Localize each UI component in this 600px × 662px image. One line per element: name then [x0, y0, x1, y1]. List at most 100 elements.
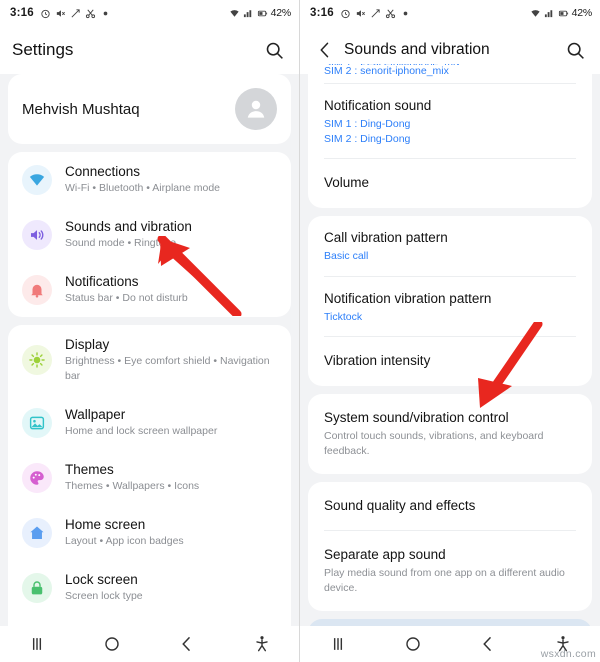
- status-right-icons: 42%: [530, 7, 592, 19]
- row-value: Basic call: [324, 250, 369, 262]
- more-dot-icon: [403, 11, 408, 15]
- left-status-bar: 3:16 42%: [0, 0, 299, 26]
- row-sound-quality-and-effects[interactable]: Sound quality and effects: [308, 482, 592, 530]
- accessibility-icon[interactable]: [252, 634, 272, 654]
- back-chevron-icon[interactable]: [478, 634, 498, 654]
- sidebar-item-text: Notifications Status bar • Do not distur…: [65, 273, 188, 306]
- system-sound-group: System sound/vibration control Control t…: [308, 394, 592, 474]
- search-icon[interactable]: [562, 37, 588, 63]
- row-notification-vibration-pattern[interactable]: Notification vibration pattern Ticktock: [308, 277, 592, 337]
- avatar[interactable]: [235, 88, 277, 130]
- sidebar-item-label: Themes: [65, 462, 114, 477]
- row-call-vibration-pattern[interactable]: Call vibration pattern Basic call: [308, 216, 592, 276]
- sidebar-item-label: Lock screen: [65, 572, 138, 587]
- sidebar-item-label: Display: [65, 337, 110, 352]
- sidebar-item-sub: Home and lock screen wallpaper: [65, 425, 218, 437]
- recents-icon[interactable]: [328, 634, 348, 654]
- signal-status-icon: [243, 9, 251, 17]
- screenshot-root: 3:16 42% Settings Mehvish Mushtaq Connec…: [0, 0, 600, 662]
- status-notification-icons: [340, 8, 411, 19]
- sidebar-item-themes[interactable]: Themes Themes • Wallpapers • Icons: [8, 450, 291, 505]
- shortcut-icon: [371, 8, 380, 17]
- themes-icon: [22, 462, 52, 493]
- status-time: 3:16: [10, 7, 34, 19]
- battery-icon: [257, 10, 267, 16]
- sidebar-item-label: Notifications: [65, 274, 139, 289]
- row-notification-sound[interactable]: Notification sound SIM 1 : Ding-Dong SIM…: [308, 84, 592, 158]
- sidebar-item-connections[interactable]: Connections Wi-Fi • Bluetooth • Airplane…: [8, 152, 291, 207]
- row-label: Separate app sound: [324, 547, 446, 562]
- wifi-icon: [22, 164, 52, 195]
- battery-icon: [558, 10, 568, 16]
- right-settings-list[interactable]: SIM 1 : Peacefull-iphone_mix SIM 2 : sen…: [300, 64, 600, 626]
- sound-icon: [22, 219, 52, 250]
- left-settings-list[interactable]: Mehvish Mushtaq Connections Wi-Fi • Blue…: [0, 74, 299, 626]
- profile-row[interactable]: Mehvish Mushtaq: [8, 74, 291, 144]
- back-arrow-icon[interactable]: [312, 37, 338, 63]
- sidebar-item-sub: Sound mode • Ringtone: [65, 237, 177, 249]
- sidebar-item-text: Display Brightness • Eye comfort shield …: [65, 336, 277, 384]
- sidebar-item-sub: Status bar • Do not disturb: [65, 292, 188, 304]
- sidebar-item-wallpaper[interactable]: Wallpaper Home and lock screen wallpaper: [8, 395, 291, 450]
- clipped-ringtone-card[interactable]: SIM 1 : Peacefull-iphone_mix SIM 2 : sen…: [308, 64, 592, 208]
- row-separate-app-sound[interactable]: Separate app sound Play media sound from…: [308, 531, 592, 611]
- wallpaper-icon: [22, 407, 52, 438]
- row-sim2-value: SIM 2 : Ding-Dong: [324, 132, 411, 145]
- sidebar-item-home-screen[interactable]: Home screen Layout • App icon badges: [8, 505, 291, 560]
- clipped-sim2-value: SIM 2 : senorit-iphone_mix: [324, 65, 449, 77]
- row-sim1-value: SIM 1 : Ding-Dong: [324, 118, 411, 130]
- sidebar-item-display[interactable]: Display Brightness • Eye comfort shield …: [8, 325, 291, 395]
- sidebar-item-text: Themes Themes • Wallpapers • Icons: [65, 461, 199, 494]
- profile-card[interactable]: Mehvish Mushtaq: [8, 74, 291, 144]
- row-label: Notification sound: [324, 98, 432, 113]
- status-notification-icons: [40, 8, 111, 19]
- sidebar-item-sub: Themes • Wallpapers • Icons: [65, 480, 200, 492]
- page-title: Sounds and vibration: [344, 41, 490, 58]
- sidebar-item-label: Sounds and vibration: [65, 219, 192, 234]
- sound-quality-group: Sound quality and effects Separate app s…: [308, 482, 592, 611]
- home-icon: [22, 517, 52, 548]
- sidebar-item-sub: Screen lock type: [65, 590, 143, 602]
- home-circle-icon[interactable]: [403, 634, 423, 654]
- more-dot-icon: [103, 11, 108, 15]
- shortcut-icon: [71, 8, 80, 17]
- page-title: Settings: [12, 40, 74, 59]
- sidebar-item-sounds-and-vibration[interactable]: Sounds and vibration Sound mode • Ringto…: [8, 207, 291, 262]
- row-vibration-intensity[interactable]: Vibration intensity: [308, 337, 592, 386]
- watermark: wsxdn.com: [540, 648, 596, 660]
- back-chevron-icon[interactable]: [177, 634, 197, 654]
- mute-icon: [56, 9, 65, 17]
- left-header: Settings: [0, 26, 299, 74]
- scissors-icon: [385, 9, 395, 18]
- recents-icon[interactable]: [27, 634, 47, 654]
- signal-status-icon: [544, 9, 552, 17]
- sidebar-item-text: Wallpaper Home and lock screen wallpaper: [65, 406, 217, 439]
- left-navigation-bar[interactable]: [0, 626, 299, 662]
- left-phone-screen: 3:16 42% Settings Mehvish Mushtaq Connec…: [0, 0, 300, 662]
- status-time: 3:16: [310, 7, 334, 19]
- row-label: Sound quality and effects: [324, 498, 476, 513]
- sidebar-item-lock-screen[interactable]: Lock screen Screen lock type: [8, 560, 291, 615]
- row-system-sound-vibration-control[interactable]: System sound/vibration control Control t…: [308, 394, 592, 474]
- lock-icon: [22, 572, 52, 603]
- row-sub: Play media sound from one app on a diffe…: [324, 567, 565, 594]
- status-right-icons: 42%: [229, 7, 291, 19]
- sidebar-item-notifications[interactable]: Notifications Status bar • Do not distur…: [8, 262, 291, 317]
- mute-icon: [356, 9, 365, 17]
- sidebar-item-label: Home screen: [65, 517, 146, 532]
- row-label: Notification vibration pattern: [324, 290, 492, 306]
- scissors-icon: [85, 9, 95, 18]
- row-label: Vibration intensity: [324, 353, 431, 368]
- sidebar-item-biometrics-and-security[interactable]: Biometrics and security: [8, 615, 291, 626]
- search-icon[interactable]: [261, 37, 287, 63]
- row-label: Call vibration pattern: [324, 230, 448, 245]
- home-circle-icon[interactable]: [102, 634, 122, 654]
- looking-for-something-else-card: Looking for something else? Alert when p…: [308, 619, 592, 626]
- row-value: Ticktock: [324, 310, 363, 323]
- sidebar-item-sub: Brightness • Eye comfort shield • Naviga…: [65, 355, 270, 382]
- sidebar-item-sub: Layout • App icon badges: [65, 535, 184, 547]
- row-volume[interactable]: Volume: [308, 159, 592, 208]
- sidebar-item-text: Home screen Layout • App icon badges: [65, 516, 184, 549]
- clipped-ringtone-row[interactable]: SIM 1 : Peacefull-iphone_mix SIM 2 : sen…: [308, 64, 592, 83]
- row-label: System sound/vibration control: [324, 410, 509, 425]
